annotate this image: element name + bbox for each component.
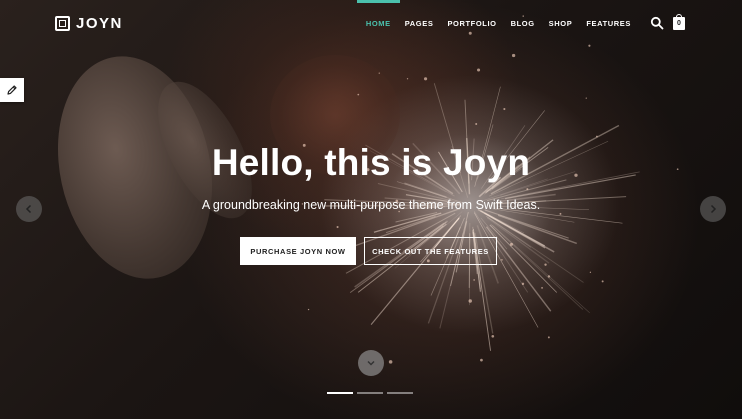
spark-ray [484, 209, 569, 239]
slider-pagination [327, 392, 413, 394]
spark-particle [491, 334, 495, 338]
spark-ray [478, 209, 525, 234]
spark-particle [521, 282, 525, 286]
site-logo[interactable]: JOYN [55, 14, 123, 32]
logo-text: JOYN [76, 14, 123, 32]
spark-particle [388, 360, 393, 364]
spark-particle [473, 279, 475, 281]
spark-ray [497, 214, 578, 245]
spark-particle [526, 188, 529, 191]
spark-particle [423, 77, 428, 81]
scroll-down-button[interactable] [358, 350, 384, 376]
main-nav: HOME PAGES PORTFOLIO BLOG SHOP FEATURES [356, 0, 638, 46]
edit-panel-tab[interactable] [0, 78, 24, 102]
spark-particle [509, 242, 513, 246]
spark-ray [486, 216, 584, 283]
features-button[interactable]: CHECK OUT THE FEATURES [364, 237, 497, 265]
spark-particle [468, 299, 472, 303]
spark-particle [475, 122, 478, 126]
nav-item-shop[interactable]: SHOP [542, 0, 580, 46]
spark-particle [511, 53, 516, 58]
site-header: JOYN HOME PAGES PORTFOLIO BLOG SHOP FEAT… [0, 0, 742, 46]
spark-particle [480, 358, 483, 362]
slide-indicator-2[interactable] [357, 392, 383, 394]
spark-ray [492, 225, 590, 314]
chevron-right-icon [710, 204, 717, 214]
spark-particle [595, 135, 598, 138]
chevron-down-icon [367, 360, 375, 366]
nav-item-home[interactable]: HOME [356, 0, 400, 46]
spark-particle [547, 275, 551, 278]
slider-prev-button[interactable] [16, 196, 42, 222]
spark-particle [477, 68, 481, 72]
spark-particle [547, 336, 550, 339]
hero-headline: Hello, this is Joyn [211, 142, 531, 183]
search-icon[interactable] [650, 16, 664, 30]
spark-particle [307, 308, 310, 311]
spark-particle [501, 259, 503, 261]
spark-particle [503, 107, 506, 111]
chevron-left-icon [25, 204, 32, 214]
spark-particle [589, 271, 592, 273]
pencil-icon [7, 85, 17, 95]
hero-subheadline: A groundbreaking new multi-purpose theme… [201, 198, 541, 212]
purchase-button[interactable]: PURCHASE JOYN NOW [240, 237, 356, 265]
spark-particle [601, 280, 604, 283]
spark-particle [585, 97, 587, 99]
hero-slider: JOYN HOME PAGES PORTFOLIO BLOG SHOP FEAT… [0, 0, 742, 419]
spark-ray [373, 212, 442, 233]
cart-button[interactable]: 0 [673, 14, 685, 30]
spark-ray [395, 212, 438, 223]
spark-ray [404, 182, 447, 198]
nav-item-portfolio[interactable]: PORTFOLIO [440, 0, 503, 46]
spark-particle [544, 263, 547, 266]
spark-ray [489, 224, 558, 293]
spark-ray [385, 215, 436, 234]
spark-particle [406, 78, 409, 80]
spark-particle [336, 225, 339, 229]
nav-item-blog[interactable]: BLOG [504, 0, 542, 46]
slider-next-button[interactable] [700, 196, 726, 222]
spark-ray [490, 223, 584, 310]
spark-ray [473, 212, 539, 328]
slide-indicator-1[interactable] [327, 392, 353, 394]
spark-ray [370, 217, 460, 326]
cart-count: 0 [673, 17, 685, 30]
nav-item-features[interactable]: FEATURES [579, 0, 638, 46]
nav-item-pages[interactable]: PAGES [398, 0, 441, 46]
spark-particle [541, 286, 543, 289]
slide-indicator-3[interactable] [387, 392, 413, 394]
spark-particle [559, 212, 562, 215]
logo-mark-icon [55, 15, 70, 31]
